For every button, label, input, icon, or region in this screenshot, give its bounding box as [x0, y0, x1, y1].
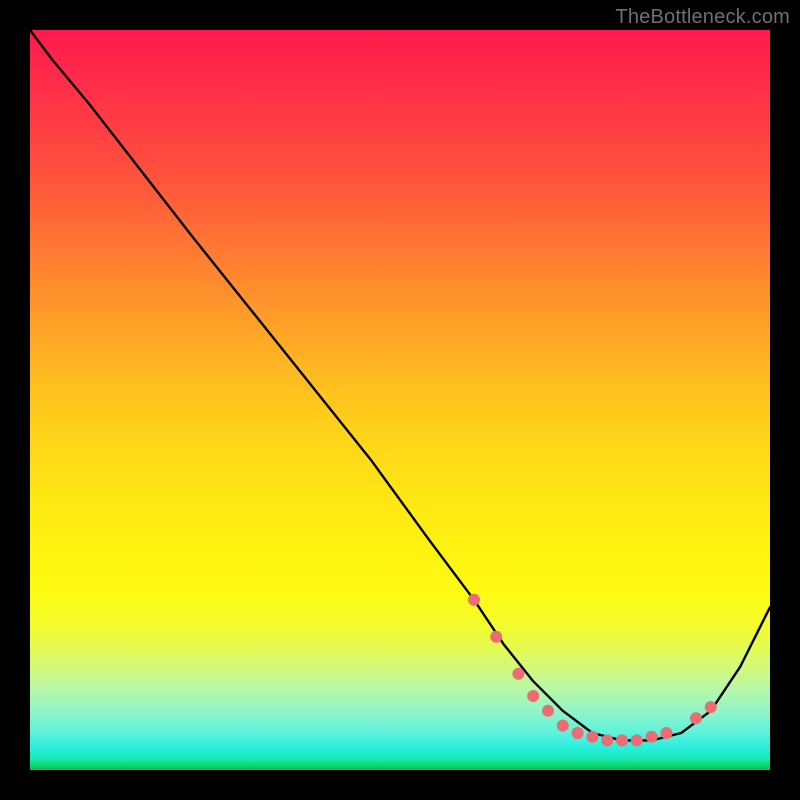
curve-marker — [616, 734, 628, 746]
curve-marker — [557, 720, 569, 732]
curve-marker — [490, 631, 502, 643]
chart-frame: TheBottleneck.com — [0, 0, 800, 800]
curve-marker — [690, 712, 702, 724]
curve-marker — [705, 701, 717, 713]
chart-svg — [30, 30, 770, 770]
curve-marker — [512, 668, 524, 680]
watermark-text: TheBottleneck.com — [615, 6, 790, 29]
curve-marker — [468, 594, 480, 606]
curve-marker — [660, 727, 672, 739]
curve-markers — [468, 594, 717, 747]
plot-area — [30, 30, 770, 770]
bottleneck-curve — [30, 30, 770, 740]
curve-marker — [572, 727, 584, 739]
curve-marker — [601, 734, 613, 746]
curve-marker — [646, 731, 658, 743]
curve-marker — [542, 705, 554, 717]
curve-marker — [527, 690, 539, 702]
curve-marker — [631, 734, 643, 746]
curve-marker — [586, 731, 598, 743]
